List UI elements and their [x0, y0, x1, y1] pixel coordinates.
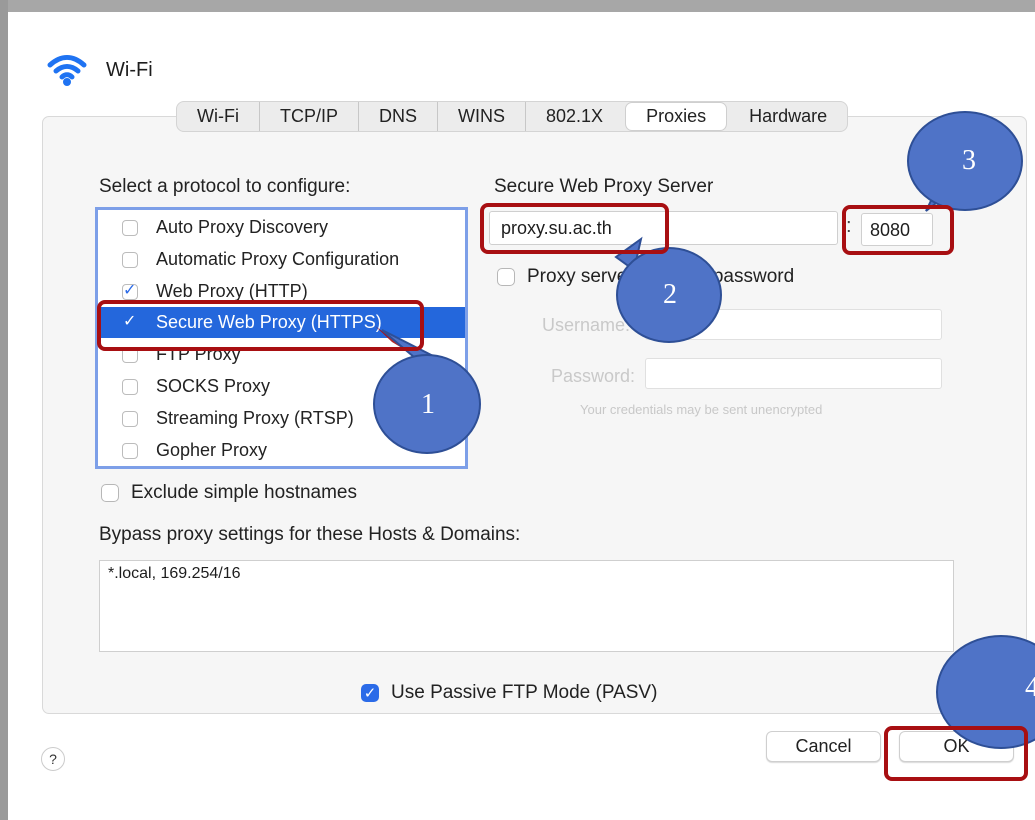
tab-802-1x[interactable]: 802.1X: [526, 102, 623, 131]
protocol-label: Automatic Proxy Configuration: [156, 249, 400, 269]
password-label: Password:: [550, 366, 635, 386]
protocol-label: Gopher Proxy: [156, 440, 268, 460]
help-button[interactable]: ?: [41, 747, 65, 771]
protocol-checkbox[interactable]: [122, 442, 138, 459]
window-header: Wi-Fi: [44, 45, 153, 95]
protocol-list-label: Select a protocol to configure:: [99, 176, 351, 197]
passive-ftp-option[interactable]: ✓ Use Passive FTP Mode (PASV): [361, 682, 657, 704]
window-top-edge: [0, 0, 1035, 12]
protocol-label: Web Proxy (HTTP): [156, 281, 308, 301]
username-input[interactable]: [645, 309, 942, 340]
protocol-label: Auto Proxy Discovery: [156, 217, 329, 237]
tab-dns[interactable]: DNS: [359, 102, 439, 131]
credentials-note: Your credentials may be sent unencrypted: [580, 402, 823, 417]
protocol-checkbox[interactable]: [122, 219, 138, 236]
settings-tabs: Wi-Fi TCP/IP DNS WINS 802.1X Proxies Har…: [176, 101, 849, 132]
callout-number-1: 1: [421, 389, 435, 420]
highlight-secure-web-proxy: [97, 300, 424, 351]
password-required-checkbox[interactable]: [497, 268, 515, 286]
password-input[interactable]: [645, 358, 942, 389]
highlight-proxy-host: [480, 203, 669, 254]
callout-number-2: 2: [663, 279, 677, 310]
exclude-hostnames-checkbox[interactable]: [101, 484, 119, 502]
protocol-checkbox[interactable]: [122, 410, 138, 427]
callout-number-4: 4: [1025, 672, 1035, 703]
tab-proxies[interactable]: Proxies: [625, 102, 728, 131]
exclude-hostnames-label: Exclude simple hostnames: [131, 482, 357, 503]
protocol-checkbox-checked[interactable]: [122, 280, 138, 300]
proxy-settings-window: Wi-Fi Wi-Fi TCP/IP DNS WINS 802.1X Proxi…: [0, 0, 1035, 820]
protocol-label: SOCKS Proxy: [156, 376, 271, 396]
protocol-row-socks-proxy[interactable]: SOCKS Proxy: [98, 371, 465, 402]
server-section-label: Secure Web Proxy Server: [494, 176, 714, 197]
protocol-row-auto-proxy-discovery[interactable]: Auto Proxy Discovery: [98, 212, 465, 243]
passive-ftp-checkbox-checked[interactable]: ✓: [361, 684, 379, 702]
passive-ftp-label: Use Passive FTP Mode (PASV): [391, 682, 658, 703]
protocol-checkbox[interactable]: [122, 251, 138, 268]
bypass-hosts-textarea[interactable]: *.local, 169.254/16: [99, 560, 954, 652]
exclude-hostnames-option[interactable]: Exclude simple hostnames: [101, 482, 357, 504]
bypass-label: Bypass proxy settings for these Hosts & …: [99, 524, 521, 545]
tab-tcp-ip[interactable]: TCP/IP: [260, 102, 359, 131]
protocol-checkbox[interactable]: [122, 378, 138, 395]
password-required-option[interactable]: Proxy server requires password: [497, 266, 794, 288]
tab-hardware[interactable]: Hardware: [729, 102, 847, 131]
window-left-edge: [0, 0, 8, 820]
protocol-row-streaming-proxy-rtsp[interactable]: Streaming Proxy (RTSP): [98, 403, 465, 434]
network-service-title: Wi-Fi: [106, 58, 153, 81]
username-label: Username:: [541, 315, 630, 335]
highlight-proxy-port: [842, 205, 954, 255]
highlight-ok-button: [884, 726, 1028, 781]
wifi-icon: [44, 47, 90, 93]
tab-wi-fi[interactable]: Wi-Fi: [177, 102, 260, 131]
protocol-row-automatic-proxy-configuration[interactable]: Automatic Proxy Configuration: [98, 244, 465, 275]
protocol-label: Streaming Proxy (RTSP): [156, 408, 354, 428]
cancel-button[interactable]: Cancel: [766, 731, 881, 762]
protocol-row-gopher-proxy[interactable]: Gopher Proxy: [98, 435, 465, 466]
callout-number-3: 3: [962, 145, 976, 176]
tab-wins[interactable]: WINS: [438, 102, 527, 131]
